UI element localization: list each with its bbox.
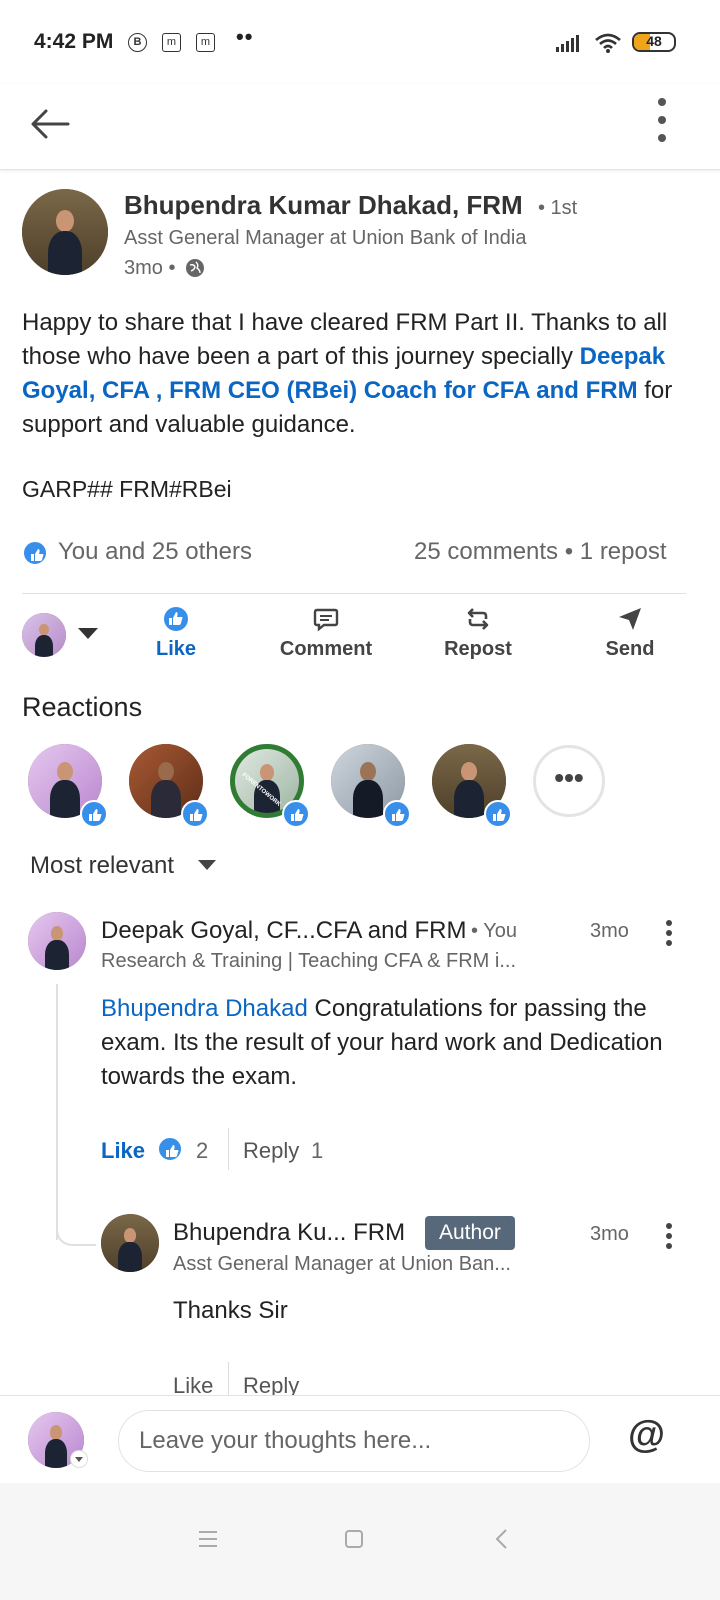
battery-level: 48 bbox=[646, 33, 662, 49]
battery-icon: 48 bbox=[632, 32, 676, 52]
post-timestamp: 3mo • bbox=[124, 257, 176, 279]
author-avatar[interactable] bbox=[22, 189, 108, 275]
like-reaction-icon bbox=[22, 540, 48, 566]
comment-mention-link[interactable]: Bhupendra Dhakad bbox=[101, 995, 308, 1022]
reactions-heading: Reactions bbox=[22, 692, 143, 722]
comment-options-button[interactable] bbox=[666, 920, 672, 946]
comment-button[interactable]: Comment bbox=[270, 600, 382, 670]
chevron-down-icon[interactable] bbox=[78, 628, 98, 639]
reply-time: 3mo bbox=[590, 1223, 629, 1245]
replier-headline: Asst General Manager at Union Ban... bbox=[173, 1253, 511, 1275]
post-hashtags[interactable]: GARP## FRM#RBei bbox=[22, 476, 232, 503]
like-reaction-icon bbox=[484, 800, 512, 828]
like-reaction-icon bbox=[282, 800, 310, 828]
notification-b-icon: B bbox=[128, 33, 147, 52]
like-button[interactable]: Like bbox=[130, 600, 222, 670]
actor-avatar[interactable] bbox=[22, 613, 66, 657]
comment-input[interactable] bbox=[118, 1410, 590, 1472]
repost-button[interactable]: Repost bbox=[430, 600, 526, 670]
divider bbox=[22, 593, 686, 594]
connection-degree: • 1st bbox=[538, 197, 578, 219]
like-icon bbox=[164, 607, 188, 631]
author-headline: Asst General Manager at Union Bank of In… bbox=[124, 227, 527, 249]
reaction-summary[interactable]: You and 25 others bbox=[58, 538, 252, 566]
notification-m-icon: m bbox=[196, 33, 215, 52]
sort-comments-dropdown[interactable]: Most relevant bbox=[30, 852, 174, 880]
more-notifications-icon: •• bbox=[236, 24, 254, 49]
comment-reply-count[interactable]: 1 bbox=[311, 1138, 323, 1164]
system-nav-bar bbox=[0, 1483, 720, 1600]
like-reaction-icon bbox=[383, 800, 411, 828]
mention-button[interactable]: @ bbox=[628, 1414, 665, 1457]
globe-icon bbox=[186, 259, 204, 277]
comment-composer: @ bbox=[0, 1395, 720, 1483]
top-app-bar bbox=[0, 84, 720, 170]
chevron-down-icon[interactable] bbox=[70, 1450, 88, 1468]
send-icon bbox=[619, 608, 641, 630]
caret-down-icon[interactable] bbox=[198, 860, 216, 870]
notification-m-icon: m bbox=[162, 33, 181, 52]
post-body: Happy to share that I have cleared FRM P… bbox=[22, 306, 702, 442]
thread-line bbox=[56, 984, 58, 1240]
signal-icon bbox=[556, 35, 579, 52]
more-reactions-button[interactable]: ••• bbox=[533, 745, 605, 817]
like-reaction-icon bbox=[181, 800, 209, 828]
commenter-relation: • You bbox=[471, 920, 517, 942]
commenter-name[interactable]: Deepak Goyal, CF...CFA and FRM bbox=[101, 917, 466, 945]
status-time: 4:42 PM bbox=[34, 30, 114, 53]
comment-icon bbox=[313, 608, 339, 632]
back-nav-icon[interactable] bbox=[482, 1519, 522, 1559]
reply-options-button[interactable] bbox=[666, 1223, 672, 1249]
divider bbox=[228, 1128, 229, 1170]
comment-reply-button[interactable]: Reply bbox=[243, 1138, 299, 1164]
arrow-left-icon bbox=[31, 109, 70, 139]
author-badge: Author bbox=[425, 1216, 515, 1250]
thread-connector bbox=[56, 1222, 96, 1246]
like-reaction-icon bbox=[157, 1136, 183, 1162]
reply-text: Thanks Sir bbox=[173, 1297, 288, 1324]
commenter-avatar[interactable] bbox=[28, 912, 86, 970]
comment-like-button[interactable]: Like bbox=[101, 1138, 145, 1164]
status-bar: 4:42 PM B m m •• 48 bbox=[0, 0, 720, 84]
menu-icon[interactable] bbox=[188, 1519, 228, 1559]
replier-avatar[interactable] bbox=[101, 1214, 159, 1272]
send-button[interactable]: Send bbox=[588, 600, 672, 670]
like-reaction-icon bbox=[80, 800, 108, 828]
comment-body: Bhupendra Dhakad Congratulations for pas… bbox=[101, 992, 671, 1094]
author-name[interactable]: Bhupendra Kumar Dhakad, FRM bbox=[124, 190, 523, 221]
commenter-headline: Research & Training | Teaching CFA & FRM… bbox=[101, 950, 516, 972]
overflow-menu-button[interactable] bbox=[652, 98, 674, 146]
wifi-icon bbox=[595, 33, 621, 53]
comment-like-count[interactable]: 2 bbox=[196, 1138, 208, 1164]
home-icon[interactable] bbox=[334, 1519, 374, 1559]
comment-time: 3mo bbox=[590, 920, 629, 942]
repost-icon bbox=[467, 608, 489, 630]
comment-summary[interactable]: 25 comments • 1 repost bbox=[414, 538, 667, 566]
replier-name[interactable]: Bhupendra Ku... FRM bbox=[173, 1219, 405, 1247]
post-text-1: Happy to share that I have cleared FRM P… bbox=[22, 309, 668, 370]
back-button[interactable] bbox=[28, 102, 72, 146]
